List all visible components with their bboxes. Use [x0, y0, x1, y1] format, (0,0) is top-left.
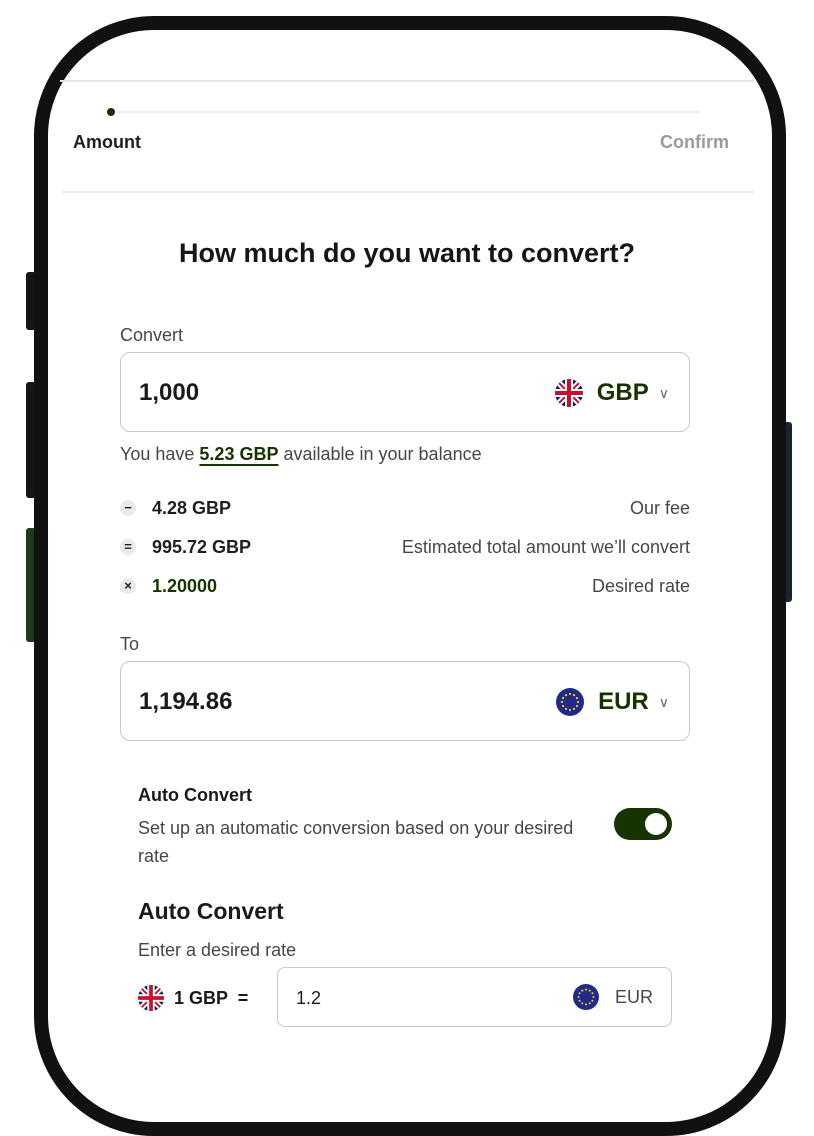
rate-base: 1 GBP =	[138, 985, 248, 1011]
header-divider	[60, 80, 754, 82]
rate-value: 1.20000	[152, 576, 218, 596]
auto-convert-description: Set up an automatic conversion based on …	[138, 818, 574, 866]
balance-suffix: available in your balance	[278, 444, 482, 464]
rate-base-text: 1 GBP =	[174, 987, 249, 1008]
minus-icon: −	[120, 500, 136, 516]
desired-rate-input[interactable]: 1.2 EUR	[277, 967, 672, 1027]
target-currency-code: EUR	[598, 688, 649, 715]
auto-convert-heading: Auto Convert	[138, 898, 284, 924]
to-amount-field[interactable]: 1,194.86 EUR ∨	[120, 661, 690, 741]
uk-flag-icon	[138, 985, 164, 1011]
desired-rate-currency-code: EUR	[614, 986, 653, 1007]
balance-prefix: You have	[120, 444, 200, 464]
uk-flag-icon	[554, 379, 583, 407]
progress-track	[112, 111, 700, 113]
fee-value: 4.28 GBP	[152, 498, 232, 518]
fee-row: − 4.28 GBP Our fee	[120, 498, 690, 522]
convert-label: Convert	[120, 325, 184, 345]
total-label: Estimated total amount we’ll convert	[401, 537, 690, 557]
fee-label: Our fee	[629, 498, 690, 518]
desired-rate-currency: EUR	[572, 984, 653, 1010]
total-row: = 995.72 GBP Estimated total amount we’l…	[120, 537, 690, 561]
stepper-divider	[62, 191, 754, 193]
balance-info: You have 5.23 GBP available in your bala…	[120, 444, 482, 465]
convert-amount-field[interactable]: 1,000 GBP ∨	[120, 352, 690, 432]
total-value: 995.72 GBP	[152, 537, 252, 557]
to-label: To	[120, 634, 140, 654]
page-title: How much do you want to convert?	[178, 238, 635, 268]
eu-flag-icon	[572, 984, 599, 1010]
convert-amount-input[interactable]: 1,000	[139, 379, 199, 407]
to-amount-input[interactable]: 1,194.86	[139, 688, 232, 716]
rate-row: × 1.20000 Desired rate	[120, 576, 690, 600]
target-currency-select[interactable]: EUR ∨	[556, 684, 669, 720]
balance-amount-link[interactable]: 5.23 GBP	[199, 444, 278, 464]
step-confirm[interactable]: Confirm	[660, 132, 729, 153]
step-amount[interactable]: Amount	[73, 132, 141, 153]
progress-indicator	[107, 108, 115, 116]
multiply-icon: ×	[120, 578, 136, 594]
chevron-down-icon: ∨	[658, 384, 669, 401]
eu-flag-icon	[556, 688, 585, 716]
equals-icon: =	[120, 539, 136, 555]
auto-convert-toggle[interactable]	[614, 808, 672, 840]
source-currency-code: GBP	[596, 379, 649, 406]
desired-rate-label: Enter a desired rate	[138, 940, 297, 960]
toggle-knob	[645, 813, 667, 835]
chevron-down-icon: ∨	[658, 693, 669, 710]
source-currency-select[interactable]: GBP ∨	[554, 375, 669, 411]
auto-convert-title: Auto Convert	[138, 785, 252, 805]
rate-label: Desired rate	[591, 576, 690, 596]
desired-rate-value[interactable]: 1.2	[296, 988, 321, 1009]
